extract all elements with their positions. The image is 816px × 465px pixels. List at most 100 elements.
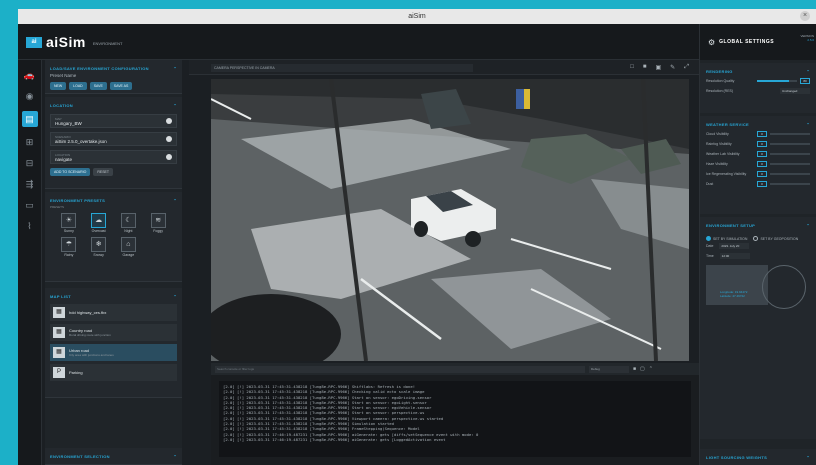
logo-sub: ENVIRONMENT xyxy=(92,40,123,46)
console-filter-select[interactable]: Debug xyxy=(589,365,629,373)
icon-rail: 🚗 ◉ ▤ ⊞ ⊟ ⇶ ▭ ⌇ xyxy=(18,60,42,465)
preset-garage[interactable]: ⌂ Garage xyxy=(116,237,142,257)
reset-button[interactable]: RESET xyxy=(93,168,114,176)
chart-icon[interactable]: ⌇ xyxy=(23,220,37,232)
time-row: Time 12:00 xyxy=(706,251,810,261)
weather-slider[interactable] xyxy=(770,143,810,145)
weather-row: Ice Regenerating Visibility 0 xyxy=(706,169,810,179)
chevron-up-icon[interactable]: ⌃ xyxy=(649,366,653,372)
weather-slider[interactable] xyxy=(770,133,810,135)
weather-row: Dust 0 xyxy=(706,179,810,189)
map-list-header: MAP LIST xyxy=(50,293,71,299)
logo: ai aiSim ENVIRONMENT xyxy=(26,34,122,50)
weather-slider[interactable] xyxy=(770,163,810,165)
settings-icon[interactable] xyxy=(166,154,172,160)
copy-icon[interactable]: ▢ xyxy=(640,366,645,372)
console-panel: Search console or filter logs Debug ■ ▢ … xyxy=(211,363,699,465)
moon-icon: ☾ xyxy=(120,213,136,228)
chevron-up-icon[interactable]: ⌃ xyxy=(173,294,177,299)
settings-icon[interactable] xyxy=(166,136,172,142)
frame-icon[interactable]: □ xyxy=(630,64,634,71)
car-icon[interactable]: 🚗 xyxy=(23,69,37,81)
weather-value[interactable]: 0 xyxy=(757,161,767,167)
console-toolbar: Search console or filter logs Debug ■ ▢ … xyxy=(211,363,699,375)
chevron-up-icon[interactable]: ⌃ xyxy=(806,223,810,228)
resolution-dropdown[interactable]: Unchanged xyxy=(780,88,810,94)
chevron-up-icon[interactable]: ⌃ xyxy=(173,454,177,459)
close-icon[interactable]: × xyxy=(800,11,810,21)
log-line: [2.0] [!] 2023-03-31 17:46:19.487231 [Tu… xyxy=(223,436,446,442)
expand-icon[interactable]: ⤢ xyxy=(684,64,689,71)
presets-sub: PRESETS xyxy=(50,205,65,209)
scenario-icon[interactable]: ⊞ xyxy=(23,136,37,148)
weather-slider[interactable] xyxy=(770,183,810,185)
world-map[interactable]: Longitude: 19.94472 Latitude: 47.49722 xyxy=(706,265,768,305)
weather-value[interactable]: 0 xyxy=(757,131,767,137)
clear-icon[interactable]: ■ xyxy=(633,366,636,372)
simulation-viewport[interactable] xyxy=(211,79,689,361)
global-settings-title: GLOBAL SETTINGS xyxy=(719,39,775,45)
preset-sunny[interactable]: ☀ Sunny xyxy=(56,213,82,233)
light-sourcing-section: LIGHT SOURCING WEIGHTS ⌃ xyxy=(700,449,816,465)
time-field[interactable]: 12:00 xyxy=(719,253,750,259)
map-list-item[interactable]: P Parking xyxy=(50,364,177,381)
new-button[interactable]: NEW xyxy=(50,82,67,90)
resolution-quality-row: Resolution Quality 80 xyxy=(706,76,810,86)
settings-icon[interactable] xyxy=(166,118,172,124)
map-list-item[interactable]: ▦ hdd highway_ces.fbx xyxy=(50,304,177,321)
map-icon[interactable]: ⊟ xyxy=(23,157,37,169)
app-header: ai aiSim ENVIRONMENT xyxy=(18,24,816,60)
map-list-item[interactable]: ▦ Country road Rural driving route with ju… xyxy=(50,324,177,341)
route-icon[interactable]: ⇶ xyxy=(23,178,37,190)
weather-row: Weather Lab Visibility 0 xyxy=(706,149,810,159)
chevron-up-icon[interactable]: ⌃ xyxy=(806,122,810,127)
resolution-quality-value[interactable]: 80 xyxy=(800,78,810,84)
weather-value[interactable]: 0 xyxy=(757,151,767,157)
logo-name: aiSim xyxy=(46,34,86,50)
console-icon[interactable]: ▭ xyxy=(23,199,37,211)
map-thumb-icon: ▦ xyxy=(53,307,65,318)
preset-foggy[interactable]: ≋ Foggy xyxy=(145,213,171,233)
preset-snowy[interactable]: ❄ Snowy xyxy=(86,237,112,257)
preset-night[interactable]: ☾ Night xyxy=(116,213,142,233)
resolution-quality-slider[interactable] xyxy=(757,80,797,82)
set-by-simulation-radio[interactable]: SET BY SIMULATION xyxy=(706,236,747,241)
weather-slider[interactable] xyxy=(770,153,810,155)
sensor-icon[interactable]: ◉ xyxy=(23,90,37,102)
add-to-scenario-button[interactable]: ADD TO SCENARIO xyxy=(50,168,91,176)
fill-icon[interactable]: ■ xyxy=(643,64,647,71)
weather-header: WEATHER SERVICE xyxy=(706,121,750,127)
map-field[interactable]: MAP Hungary_BW xyxy=(50,114,177,128)
camera-select[interactable]: CAMERA PERSPECTIVE IN CAMERA xyxy=(211,64,473,72)
map-list-item-selected[interactable]: ▦ Urban road City area with junctions and … xyxy=(50,344,177,361)
date-field[interactable]: 2023. July 20 xyxy=(719,243,750,249)
weather-row: Haze Visibility 0 xyxy=(706,159,810,169)
chevron-up-icon[interactable]: ⌃ xyxy=(806,69,810,74)
center-area: CAMERA PERSPECTIVE IN CAMERA □ ■ ▣ ✎ ⤢ S… xyxy=(189,60,699,465)
chevron-up-icon[interactable]: ⌃ xyxy=(173,66,177,71)
weather-slider[interactable] xyxy=(770,173,810,175)
logo-mark: ai xyxy=(26,36,42,48)
sun-direction-compass[interactable] xyxy=(762,265,806,309)
set-by-geoposition-radio[interactable]: SET BY GEOPOSITION xyxy=(753,236,798,241)
environment-icon[interactable]: ▤ xyxy=(21,111,38,127)
location-field[interactable]: LOCATION navigate xyxy=(50,150,177,164)
preset-overcast[interactable]: ☁ Overcast xyxy=(86,213,112,233)
save-as-button[interactable]: SAVE AS xyxy=(109,82,133,90)
save-button[interactable]: SAVE xyxy=(89,82,107,90)
weather-value[interactable]: 0 xyxy=(757,181,767,187)
weather-value[interactable]: 0 xyxy=(757,141,767,147)
edit-icon[interactable]: ✎ xyxy=(670,64,675,71)
scenario-field[interactable]: SCENARIO aiSim 2.5.0_overtake.json xyxy=(50,132,177,146)
preset-name-label: Preset Name xyxy=(50,73,77,78)
preset-rainy[interactable]: ☂ Rainy xyxy=(56,237,82,257)
console-search-input[interactable]: Search console or filter logs xyxy=(215,365,585,373)
grid-icon[interactable]: ▣ xyxy=(655,64,661,71)
chevron-up-icon[interactable]: ⌃ xyxy=(806,455,810,460)
rendering-section: RENDERING ⌃ Resolution Quality 80 Resoluti… xyxy=(700,63,816,113)
weather-value[interactable]: 0 xyxy=(757,171,767,177)
load-button[interactable]: LOAD xyxy=(69,82,87,90)
chevron-up-icon[interactable]: ⌃ xyxy=(173,103,177,108)
chevron-up-icon[interactable]: ⌃ xyxy=(173,198,177,203)
config-header: LOAD/SAVE ENVIRONMENT CONFIGURATION xyxy=(50,65,149,71)
